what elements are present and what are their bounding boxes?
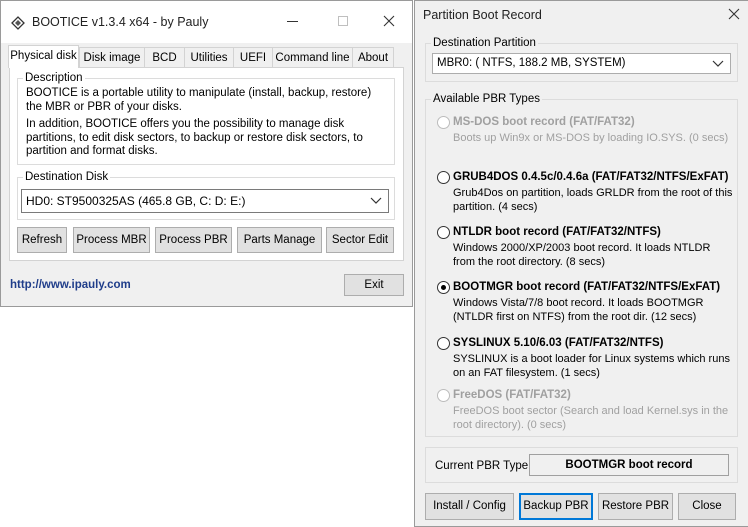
tab-uefi[interactable]: UEFI <box>233 47 273 68</box>
exit-button[interactable]: Exit <box>344 274 404 296</box>
pbr-option-radio[interactable] <box>437 337 450 350</box>
pbr-option-description: Grub4Dos on partition, loads GRLDR from … <box>453 187 733 213</box>
pbr-option-title: GRUB4DOS 0.4.5c/0.4.6a (FAT/FAT32/NTFS/E… <box>453 171 729 183</box>
current-pbr-value: BOOTMGR boot record <box>529 454 729 476</box>
bootice-titlebar[interactable]: BOOTICE v1.3.4 x64 - by Pauly <box>1 1 412 43</box>
tab-disk-image[interactable]: Disk image <box>79 47 145 68</box>
pbr-option-description: Windows Vista/7/8 boot record. It loads … <box>453 297 704 323</box>
tab-utilities[interactable]: Utilities <box>184 47 234 68</box>
pbr-option-radio <box>437 389 450 402</box>
pbr-option-description: SYSLINUX is a boot loader for Linux syst… <box>453 353 730 379</box>
app-icon <box>11 16 25 30</box>
pbr-option-title: SYSLINUX 5.10/6.03 (FAT/FAT32/NTFS) <box>453 337 664 349</box>
sector-edit-button[interactable]: Sector Edit <box>326 227 394 253</box>
process-pbr-button[interactable]: Process PBR <box>155 227 232 253</box>
pbr-option-title: MS-DOS boot record (FAT/FAT32) <box>453 116 635 128</box>
pbr-option-radio[interactable] <box>437 281 450 294</box>
radio-selected-dot <box>441 285 446 290</box>
maximize-button <box>338 16 348 26</box>
description-paragraph-2: In addition, BOOTICE offers you the poss… <box>26 118 363 157</box>
parts-manage-button[interactable]: Parts Manage <box>237 227 322 253</box>
chevron-down-icon <box>370 197 382 204</box>
close-button[interactable]: Close <box>678 493 736 520</box>
pbr-option-radio[interactable] <box>437 226 450 239</box>
destination-partition-label: Destination Partition <box>431 37 538 50</box>
website-link[interactable]: http://www.ipauly.com <box>10 279 131 291</box>
install-config-button[interactable]: Install / Config <box>425 493 514 520</box>
pbr-window: Partition Boot Record Destination Partit… <box>414 0 748 527</box>
chevron-down-icon <box>712 60 724 67</box>
current-pbr-label: Current PBR Type: <box>435 460 532 472</box>
tab-command-line[interactable]: Command line <box>272 47 353 68</box>
pbr-types-label: Available PBR Types <box>431 93 542 106</box>
pbr-option-title: NTLDR boot record (FAT/FAT32/NTFS) <box>453 226 661 238</box>
pbr-option-radio <box>437 116 450 129</box>
pbr-option-description: FreeDOS boot sector (Search and load Ker… <box>453 405 729 431</box>
pbr-option-radio[interactable] <box>437 171 450 184</box>
backup-pbr-button[interactable]: Backup PBR <box>519 493 593 520</box>
window-title: BOOTICE v1.3.4 x64 - by Pauly <box>32 15 209 29</box>
destination-disk-value: HD0: ST9500325AS (465.8 GB, C: D: E:) <box>26 194 246 208</box>
refresh-button[interactable]: Refresh <box>17 227 67 253</box>
description-paragraph-1: BOOTICE is a portable utility to manipul… <box>26 87 372 113</box>
bootice-window: BOOTICE v1.3.4 x64 - by Pauly Physical d… <box>0 0 413 307</box>
pbr-option-title: BOOTMGR boot record (FAT/FAT32/NTFS/ExFA… <box>453 281 721 293</box>
destination-partition-value: MBR0: ( NTFS, 188.2 MB, SYSTEM) <box>437 57 626 69</box>
pbr-option-description: Windows 2000/XP/2003 boot record. It loa… <box>453 242 711 268</box>
tab-about[interactable]: About <box>352 47 394 68</box>
pbr-close-icon[interactable] <box>728 8 740 20</box>
minimize-button[interactable] <box>287 21 298 22</box>
description-label: Description <box>23 72 85 85</box>
destination-disk-select[interactable]: HD0: ST9500325AS (465.8 GB, C: D: E:) <box>21 189 389 213</box>
pbr-option-description: Boots up Win9x or MS-DOS by loading IO.S… <box>453 132 729 144</box>
pbr-option-title: FreeDOS (FAT/FAT32) <box>453 389 571 401</box>
process-mbr-button[interactable]: Process MBR <box>73 227 150 253</box>
destination-partition-select[interactable]: MBR0: ( NTFS, 188.2 MB, SYSTEM) <box>432 53 731 74</box>
tab-bcd[interactable]: BCD <box>144 47 185 68</box>
destination-disk-label: Destination Disk <box>23 171 111 184</box>
close-button[interactable] <box>383 15 395 27</box>
tab-physical-disk[interactable]: Physical disk <box>8 45 79 68</box>
restore-pbr-button[interactable]: Restore PBR <box>598 493 673 520</box>
pbr-window-title: Partition Boot Record <box>423 8 542 22</box>
